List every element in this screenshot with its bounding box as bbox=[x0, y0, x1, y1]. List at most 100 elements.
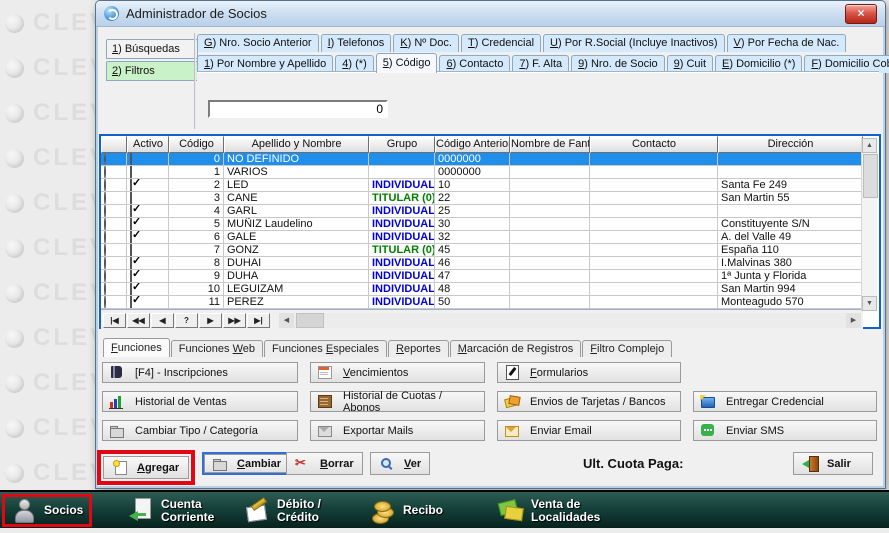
enviar-sms-button[interactable]: Enviar SMS bbox=[693, 420, 877, 441]
activo-checkbox[interactable] bbox=[130, 153, 132, 165]
tab-f-domicilio-cob[interactable]: F) Domicilio Cob. bbox=[804, 55, 889, 73]
row-selector-cell[interactable] bbox=[101, 257, 127, 269]
table-row[interactable]: 4GARLINDIVIDUAL25 bbox=[101, 205, 864, 218]
row-selector-cell[interactable] bbox=[101, 283, 127, 295]
taskbar-item-recibo[interactable]: Recibo bbox=[370, 494, 443, 527]
tab-4[interactable]: 4) (*) bbox=[335, 55, 373, 73]
fn-tab-funciones-web[interactable]: Funciones Web bbox=[171, 340, 263, 357]
activo-checkbox[interactable] bbox=[130, 231, 132, 243]
activo-cell[interactable] bbox=[127, 244, 169, 256]
historial-de-cuotas-abonos-button[interactable]: Historial de Cuotas / Abonos bbox=[310, 391, 485, 412]
table-row[interactable]: 2LEDINDIVIDUAL10Santa Fe 249 bbox=[101, 179, 864, 192]
row-selector-cell[interactable] bbox=[101, 192, 127, 204]
codigo-filter-input[interactable] bbox=[208, 100, 388, 118]
activo-cell[interactable] bbox=[127, 296, 169, 308]
cambiar-button[interactable]: Cambiar bbox=[202, 452, 291, 475]
scroll-down-icon[interactable]: ▼ bbox=[862, 296, 877, 311]
activo-checkbox[interactable] bbox=[130, 244, 132, 256]
activo-cell[interactable] bbox=[127, 218, 169, 230]
tab-5-codigo[interactable]: 5) Código bbox=[376, 53, 438, 73]
row-selector-cell[interactable] bbox=[101, 205, 127, 217]
row-radio-icon[interactable] bbox=[104, 179, 106, 191]
table-row[interactable]: 10LEGUIZAMINDIVIDUAL48San Martin 994 bbox=[101, 283, 864, 296]
table-row[interactable]: 7GONZTITULAR (0)45España 110 bbox=[101, 244, 864, 257]
activo-cell[interactable] bbox=[127, 192, 169, 204]
grid-nav-button[interactable]: ◀◀ bbox=[127, 313, 150, 328]
close-button[interactable]: × bbox=[845, 4, 877, 24]
column-header-codigo[interactable]: Código bbox=[169, 136, 224, 153]
vencimientos-button[interactable]: Vencimientos bbox=[310, 362, 485, 383]
activo-checkbox[interactable] bbox=[130, 218, 132, 230]
activo-cell[interactable] bbox=[127, 231, 169, 243]
row-radio-icon[interactable] bbox=[104, 205, 106, 217]
side-tab-2-filtros[interactable]: 2) Filtros bbox=[106, 61, 198, 81]
column-header-contacto[interactable]: Contacto bbox=[590, 136, 718, 153]
activo-cell[interactable] bbox=[127, 283, 169, 295]
side-tab-1-busquedas[interactable]: 1) Búsquedas bbox=[106, 39, 198, 59]
salir-button[interactable]: Salir bbox=[793, 452, 873, 475]
row-radio-icon[interactable] bbox=[104, 231, 106, 243]
activo-checkbox[interactable] bbox=[130, 166, 132, 178]
table-row[interactable]: 6GALEINDIVIDUAL32A. del Valle 49 bbox=[101, 231, 864, 244]
activo-cell[interactable] bbox=[127, 270, 169, 282]
exportar-mails-button[interactable]: Exportar Mails bbox=[310, 420, 485, 441]
column-header-apellido-y-nombre[interactable]: Apellido y Nombre bbox=[224, 136, 369, 153]
column-header-direccion[interactable]: Dirección bbox=[718, 136, 863, 153]
fn-tab-reportes[interactable]: Reportes bbox=[388, 340, 449, 357]
table-row[interactable]: 5MUÑIZ LaudelinoINDIVIDUAL30Constituyent… bbox=[101, 218, 864, 231]
grid-nav-button[interactable]: ? bbox=[175, 313, 198, 328]
row-radio-icon[interactable] bbox=[104, 257, 106, 269]
table-row[interactable]: 1VARIOS0000000 bbox=[101, 166, 864, 179]
taskbar-item-socios[interactable]: Socios bbox=[2, 494, 92, 527]
f4-inscripciones-button[interactable]: [F4] - Inscripciones bbox=[102, 362, 298, 383]
row-selector-cell[interactable] bbox=[101, 231, 127, 243]
scroll-right-icon[interactable]: ▶ bbox=[846, 313, 861, 328]
tab-9-nro-de-socio[interactable]: 9) Nro. de Socio bbox=[571, 55, 665, 73]
taskbar-item-debito-credito[interactable]: Débito / Crédito bbox=[244, 494, 321, 527]
tab-t-credencial[interactable]: T) Credencial bbox=[461, 34, 541, 52]
tab-k-n-doc[interactable]: K) Nº Doc. bbox=[393, 34, 459, 52]
activo-cell[interactable] bbox=[127, 257, 169, 269]
row-selector-cell[interactable] bbox=[101, 270, 127, 282]
enviar-email-button[interactable]: Enviar Email bbox=[497, 420, 681, 441]
tab-1-por-nombre-y-apellido[interactable]: 1) Por Nombre y Apellido bbox=[197, 55, 333, 73]
activo-cell[interactable] bbox=[127, 205, 169, 217]
column-header-grupo[interactable]: Grupo bbox=[369, 136, 435, 153]
tab-e-domicilio[interactable]: E) Domicilio (*) bbox=[715, 55, 802, 73]
grid-nav-button[interactable]: ▶ bbox=[199, 313, 222, 328]
tab-g-nro-socio-anterior[interactable]: G) Nro. Socio Anterior bbox=[197, 34, 319, 52]
taskbar-item-cuenta-corriente[interactable]: Cuenta Corriente bbox=[128, 494, 214, 527]
column-header-codigo-anterior[interactable]: Código Anterior bbox=[435, 136, 510, 153]
activo-checkbox[interactable] bbox=[130, 283, 132, 295]
envios-de-tarjetas-bancos-button[interactable]: Envios de Tarjetas / Bancos bbox=[497, 391, 681, 412]
activo-checkbox[interactable] bbox=[130, 192, 132, 204]
activo-checkbox[interactable] bbox=[130, 205, 132, 217]
vscroll-thumb[interactable] bbox=[863, 154, 878, 198]
tab-u-por-r-social-incluye-inactivos[interactable]: U) Por R.Social (Incluye Inactivos) bbox=[543, 34, 725, 52]
agregar-button[interactable]: Agregar bbox=[103, 456, 189, 479]
grid-nav-button[interactable]: ◀ bbox=[151, 313, 174, 328]
vertical-scrollbar[interactable]: ▲ ▼ bbox=[861, 138, 877, 311]
scroll-up-icon[interactable]: ▲ bbox=[862, 138, 877, 153]
titlebar[interactable]: Administrador de Socios × bbox=[96, 1, 885, 27]
activo-checkbox[interactable] bbox=[130, 270, 132, 282]
fn-tab-marcacion-de-registros[interactable]: Marcación de Registros bbox=[450, 340, 582, 357]
formularios-button[interactable]: Formularios bbox=[497, 362, 681, 383]
tab-v-por-fecha-de-nac[interactable]: V) Por Fecha de Nac. bbox=[727, 34, 847, 52]
hscroll-thumb[interactable] bbox=[296, 313, 324, 328]
row-selector-cell[interactable] bbox=[101, 296, 127, 308]
taskbar-item-venta-de-localidades[interactable]: Venta de Localidades bbox=[498, 494, 600, 527]
activo-checkbox[interactable] bbox=[130, 296, 132, 308]
historial-de-ventas-button[interactable]: Historial de Ventas bbox=[102, 391, 298, 412]
column-header-activo[interactable]: Activo bbox=[127, 136, 169, 153]
table-row[interactable]: 9DUHAINDIVIDUAL471ª Junta y Florida bbox=[101, 270, 864, 283]
ver-button[interactable]: Ver bbox=[370, 452, 430, 475]
activo-checkbox[interactable] bbox=[130, 257, 132, 269]
column-header-nombre-de-fantasia[interactable]: Nombre de Fantasía bbox=[510, 136, 590, 153]
row-radio-icon[interactable] bbox=[104, 153, 106, 165]
row-selector-cell[interactable] bbox=[101, 244, 127, 256]
row-radio-icon[interactable] bbox=[104, 296, 106, 308]
table-row[interactable]: 0NO DEFINIDO0000000 bbox=[101, 153, 864, 166]
column-header-selector[interactable] bbox=[101, 136, 127, 153]
tab-9-cuit[interactable]: 9) Cuit bbox=[667, 55, 713, 73]
